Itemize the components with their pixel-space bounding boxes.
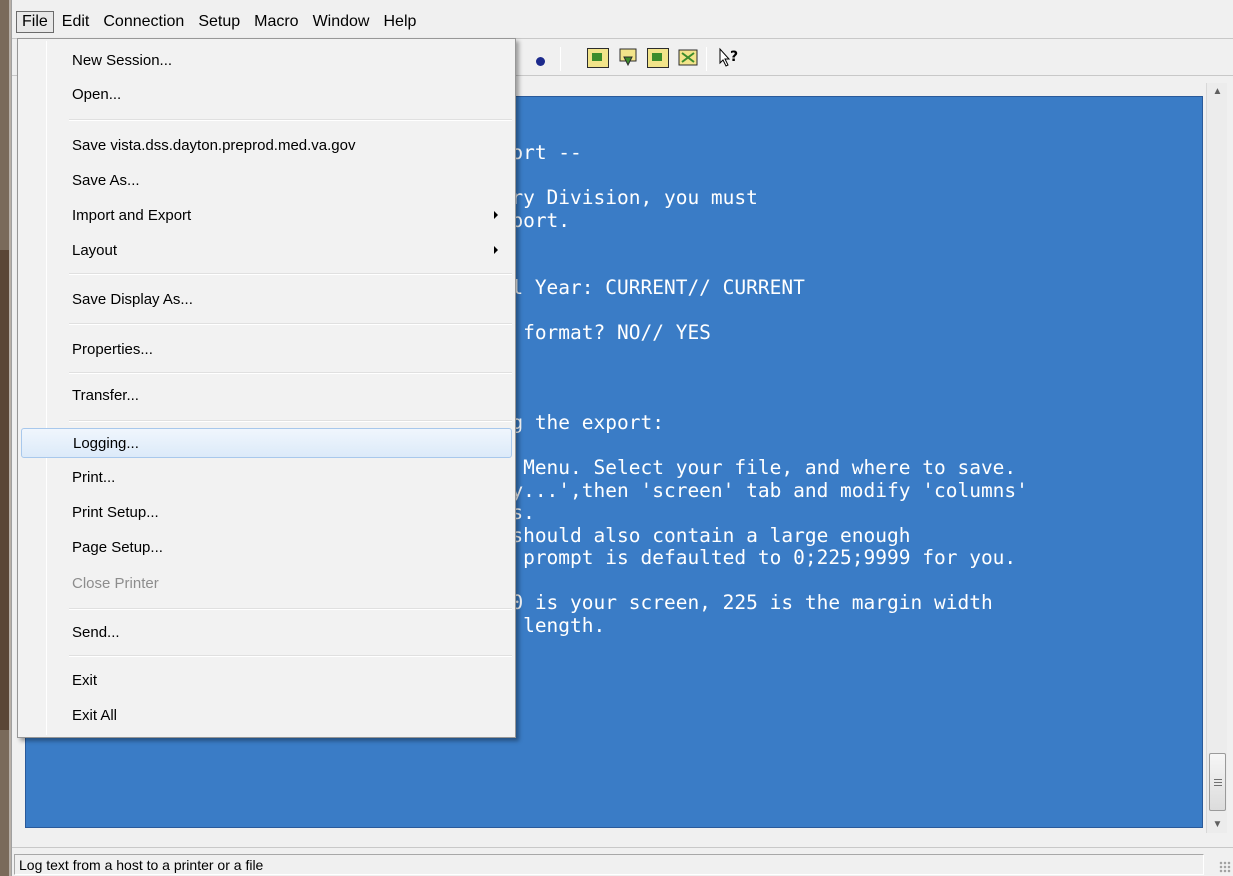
scroll-down-icon[interactable]: ▼ (1207, 816, 1228, 833)
menu-item-print[interactable]: Print... (21, 462, 512, 492)
menu-item-exit[interactable]: Exit (21, 665, 512, 695)
menu-item-page-setup[interactable]: Page Setup... (21, 532, 512, 562)
vertical-scrollbar[interactable]: ▲ ▼ (1206, 83, 1227, 833)
menu-connection[interactable]: Connection (97, 11, 190, 33)
menu-separator (69, 323, 512, 325)
menu-separator (69, 420, 512, 422)
submenu-arrow-icon (494, 211, 498, 219)
scrollbar-thumb[interactable] (1209, 753, 1226, 811)
menu-item-new-session[interactable]: New Session... (21, 45, 512, 75)
toolbar-separator (706, 47, 707, 71)
submenu-arrow-icon (494, 246, 498, 254)
menu-item-send[interactable]: Send... (21, 617, 512, 647)
menu-separator (69, 273, 512, 275)
menu-item-layout[interactable]: Layout (21, 235, 512, 265)
menu-item-close-printer: Close Printer (72, 574, 159, 592)
transfer-receive-icon[interactable] (617, 47, 639, 69)
menu-item-label: Import and Export (72, 206, 192, 224)
file-menu-dropdown: New Session... Open... Save vista.dss.da… (17, 38, 516, 738)
menu-item-logging[interactable]: Logging... (21, 428, 512, 458)
record-dot-icon[interactable] (532, 47, 548, 69)
menu-window[interactable]: Window (307, 11, 376, 33)
scroll-up-icon[interactable]: ▲ (1207, 83, 1228, 100)
menu-setup[interactable]: Setup (192, 11, 246, 33)
menu-help[interactable]: Help (377, 11, 422, 33)
transfer-send-icon[interactable] (587, 47, 609, 69)
menu-edit[interactable]: Edit (56, 11, 96, 33)
menu-bar: File Edit Connection Setup Macro Window … (12, 8, 1233, 36)
toolbar-separator (560, 47, 561, 71)
status-text: Log text from a host to a printer or a f… (14, 854, 1204, 875)
menu-item-label: Layout (72, 241, 118, 259)
menu-item-open[interactable]: Open... (21, 79, 512, 109)
menu-item-save-session[interactable]: Save vista.dss.dayton.preprod.med.va.gov (21, 130, 512, 160)
menu-item-save-as[interactable]: Save As... (21, 165, 512, 195)
svg-text:?: ? (730, 49, 738, 65)
menu-item-print-setup[interactable]: Print Setup... (21, 497, 512, 527)
menu-item-properties[interactable]: Properties... (21, 334, 512, 364)
left-window-frame (0, 0, 11, 876)
menu-item-import-export[interactable]: Import and Export (21, 200, 512, 230)
menu-item-save-display-as[interactable]: Save Display As... (21, 284, 512, 314)
macro-icon[interactable] (647, 47, 669, 69)
status-bar: Log text from a host to a printer or a f… (12, 847, 1233, 876)
menu-separator (69, 608, 512, 610)
menu-separator (69, 655, 512, 657)
fullscreen-icon[interactable] (677, 47, 699, 69)
menu-separator (69, 119, 512, 121)
menu-item-exit-all[interactable]: Exit All (21, 700, 512, 730)
menu-macro[interactable]: Macro (248, 11, 304, 33)
menu-item-transfer[interactable]: Transfer... (21, 380, 512, 410)
menu-file[interactable]: File (16, 11, 54, 33)
resize-grip-icon[interactable] (1219, 861, 1231, 873)
menu-separator (69, 372, 512, 374)
whats-this-help-icon[interactable]: ? (717, 47, 741, 69)
